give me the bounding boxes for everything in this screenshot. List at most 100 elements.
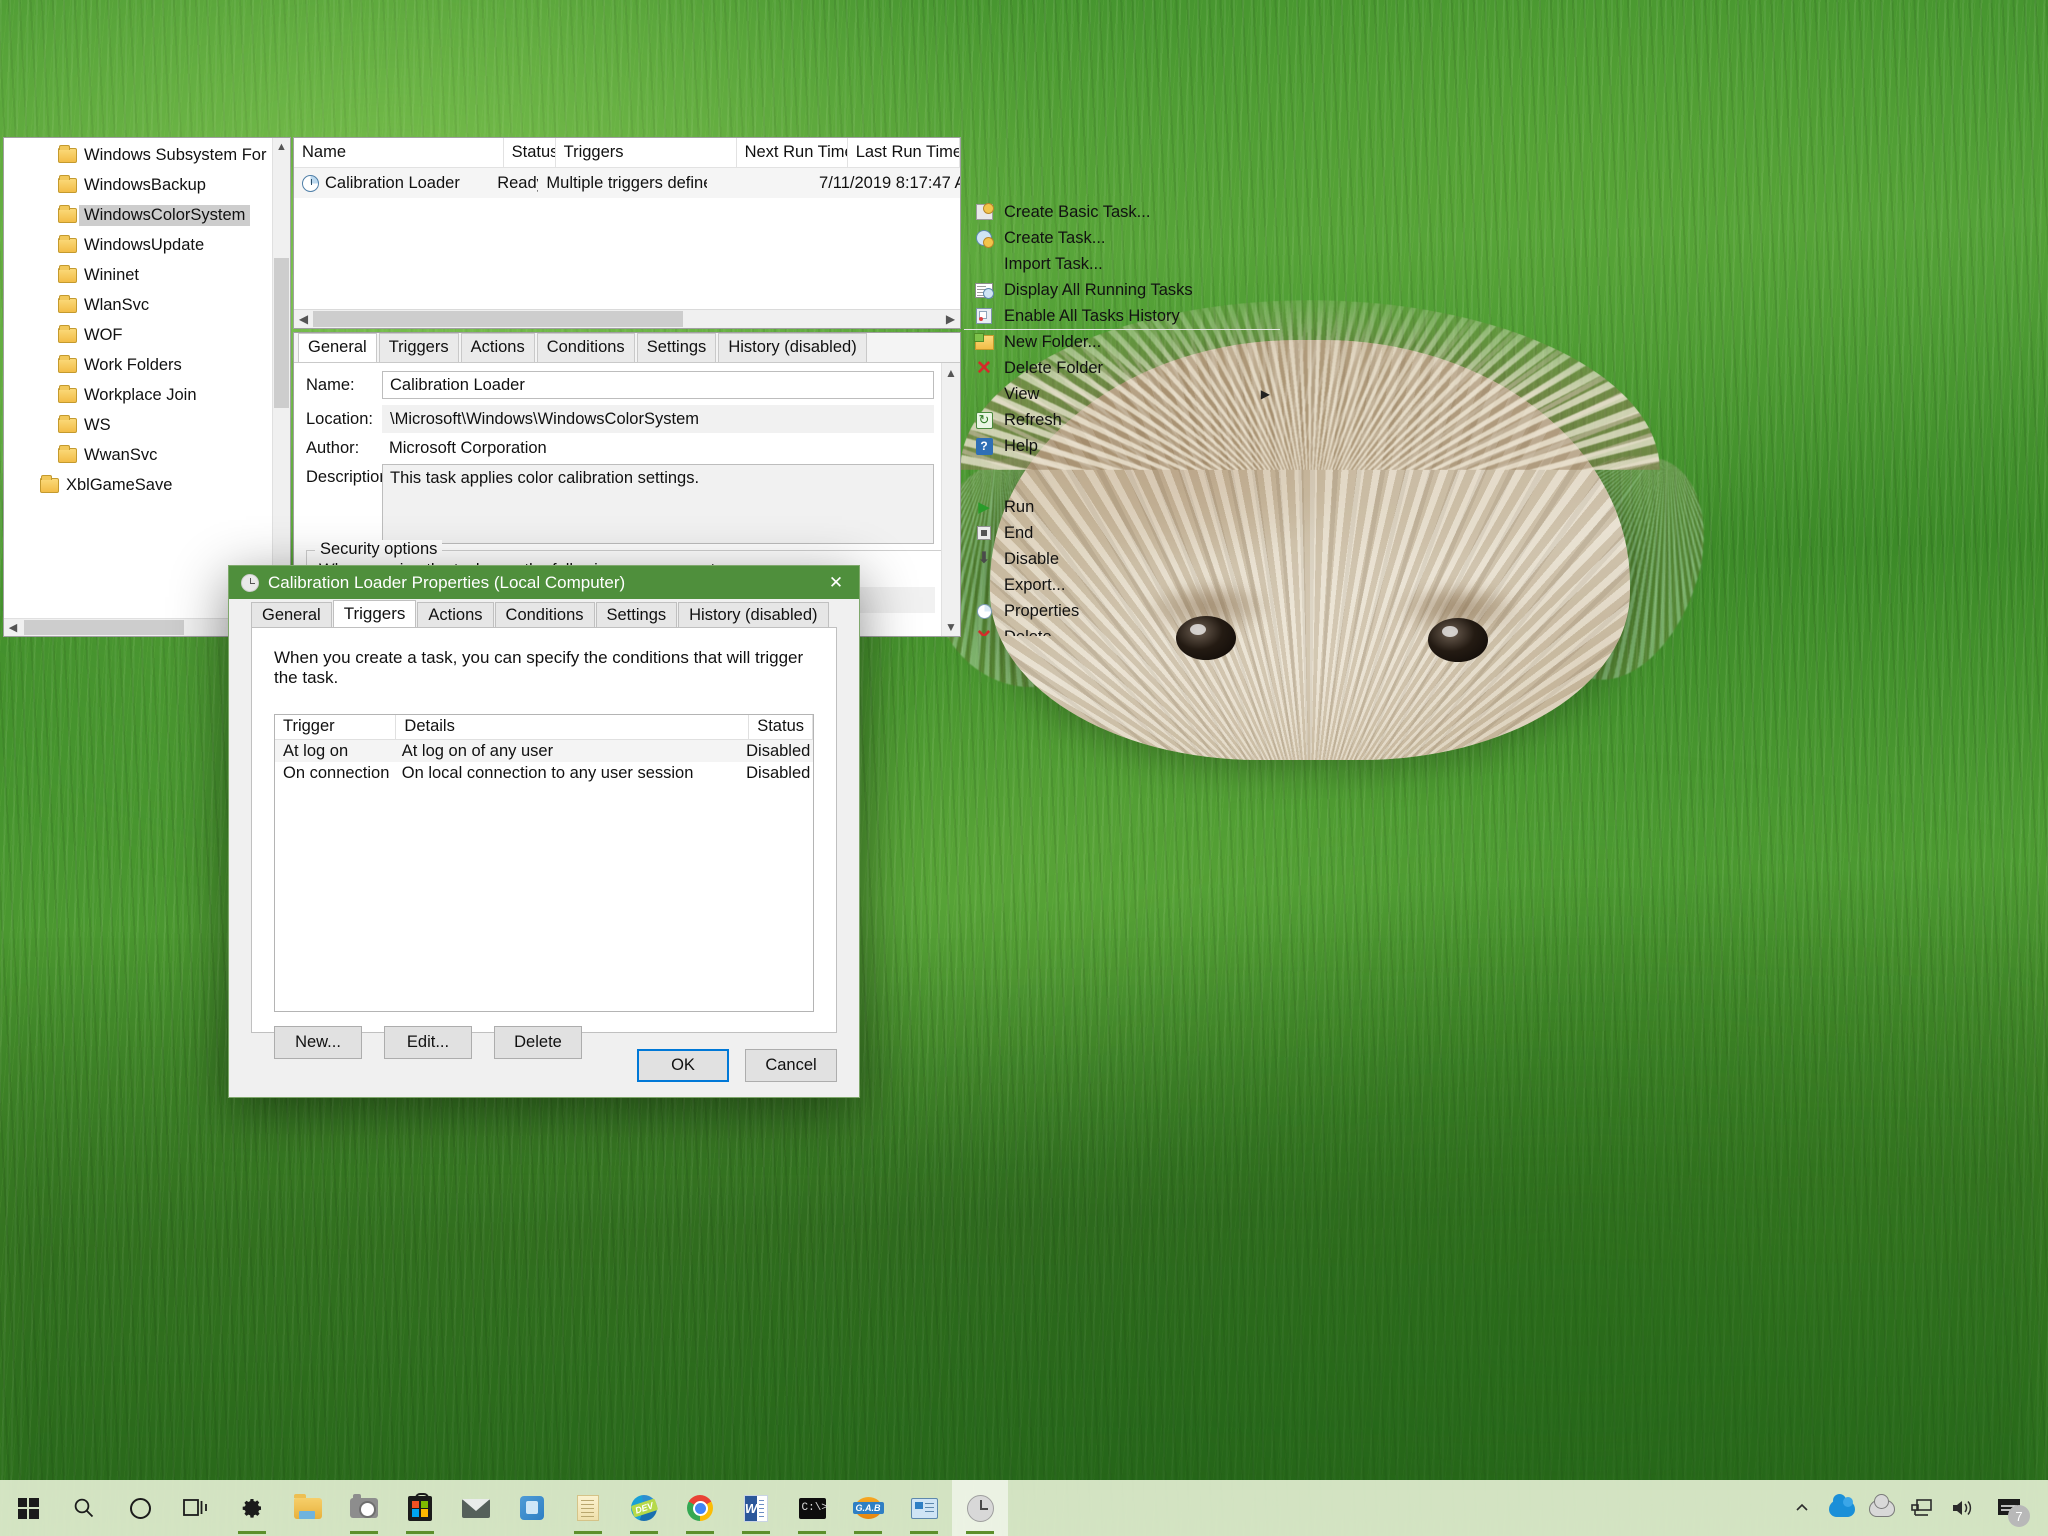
dialog-tab-conditions[interactable]: Conditions [495,602,595,627]
tree-item-wininet[interactable]: Wininet [4,260,272,290]
action-help[interactable]: ? Help [964,433,1280,459]
chrome-button[interactable] [672,1480,728,1536]
detail-tab-conditions[interactable]: Conditions [537,333,635,362]
dialog-titlebar[interactable]: Calibration Loader Properties (Local Com… [229,566,859,599]
taskbar[interactable]: DEV W C:\> G.A.B [0,1480,2048,1536]
tree-hscroll-thumb[interactable] [24,620,184,635]
mail-button[interactable] [448,1480,504,1536]
tree-item-windowsbackup[interactable]: WindowsBackup [4,170,272,200]
tree-item-wof[interactable]: WOF [4,320,272,350]
search-button[interactable] [56,1480,112,1536]
tree-vertical-scrollbar[interactable]: ▲ ▼ [272,138,290,618]
column-header-next-run-time[interactable]: Next Run Time [737,138,848,167]
ok-button[interactable]: OK [637,1049,729,1082]
action-delete[interactable]: ✕ Delete [964,624,1280,637]
action-delete-folder[interactable]: ✕ Delete Folder [964,355,1280,381]
column-header-details[interactable]: Details [396,715,749,739]
column-header-trigger[interactable]: Trigger [275,715,396,739]
scroll-up-icon[interactable]: ▲ [273,138,290,156]
detail-vertical-scrollbar[interactable]: ▲ ▼ [941,363,960,636]
scroll-left-icon[interactable]: ◀ [4,619,22,636]
tree-item-windows-subsystem[interactable]: Windows Subsystem For Linu [4,140,272,170]
onedrive-personal-icon[interactable] [1822,1480,1862,1536]
tree-item-wlansvc[interactable]: WlanSvc [4,290,272,320]
tree-item-work-folders[interactable]: Work Folders [4,350,272,380]
dialog-tab-strip[interactable]: General Triggers Actions Conditions Sett… [229,599,859,627]
task-list-pane[interactable]: Name Status Triggers Next Run Time Last … [293,137,961,329]
folder-tree-pane[interactable]: Windows Subsystem For Linu WindowsBackup… [3,137,291,637]
notification-center-button[interactable]: 7 [1982,1480,2038,1536]
cancel-button[interactable]: Cancel [745,1049,837,1082]
gab-button[interactable]: G.A.B [840,1480,896,1536]
action-end[interactable]: End [964,520,1280,546]
tree-item-ws[interactable]: WS [4,410,272,440]
column-header-status[interactable]: Status [504,138,556,167]
action-export[interactable]: Export... [964,572,1280,598]
detail-tab-triggers[interactable]: Triggers [379,333,459,362]
tree-item-workplace-join[interactable]: Workplace Join [4,380,272,410]
dialog-tab-general[interactable]: General [251,602,332,627]
network-icon[interactable] [1902,1480,1942,1536]
detail-description-field[interactable]: This task applies color calibration sett… [382,464,934,544]
volume-icon[interactable] [1942,1480,1982,1536]
task-list-header[interactable]: Name Status Triggers Next Run Time Last … [294,138,960,168]
dialog-close-button[interactable]: ✕ [813,566,859,599]
dialog-tab-actions[interactable]: Actions [417,602,493,627]
detail-tab-history[interactable]: History (disabled) [718,333,866,362]
column-header-triggers[interactable]: Triggers [556,138,737,167]
scroll-up-icon[interactable]: ▲ [942,363,960,382]
triggers-grid-header[interactable]: Trigger Details Status [275,715,813,740]
microsoft-store-button[interactable] [392,1480,448,1536]
detail-tab-general[interactable]: General [298,333,377,362]
dialog-tab-triggers[interactable]: Triggers [333,600,417,628]
tree-item-wwansvc[interactable]: WwanSvc [4,440,272,470]
show-hidden-icons-button[interactable] [1782,1480,1822,1536]
task-view-button[interactable] [168,1480,224,1536]
tree-item-windowscolorsystem[interactable]: WindowsColorSystem [4,200,272,230]
task-name-cell[interactable]: Calibration Loader [294,174,489,193]
column-header-name[interactable]: Name [294,138,504,167]
edge-dev-button[interactable]: DEV [616,1480,672,1536]
dialog-tab-history[interactable]: History (disabled) [678,602,828,627]
trigger-row[interactable]: On connection to... On local connection … [275,762,813,784]
action-import-task[interactable]: Import Task... [964,251,1280,277]
cortana-button[interactable] [112,1480,168,1536]
action-new-folder[interactable]: New Folder... [964,329,1280,355]
scroll-down-icon[interactable]: ▼ [942,617,960,636]
scroll-left-icon[interactable]: ◀ [294,310,313,328]
action-display-all-running-tasks[interactable]: Display All Running Tasks [964,277,1280,303]
action-disable[interactable]: ⬇ Disable [964,546,1280,572]
sticky-notes-button[interactable] [560,1480,616,1536]
detail-tab-settings[interactable]: Settings [637,333,717,362]
action-run[interactable]: ▶ Run [964,494,1280,520]
tree-scroll-thumb[interactable] [274,258,289,408]
column-header-status[interactable]: Status [749,715,813,739]
action-create-basic-task[interactable]: Create Basic Task... [964,199,1280,225]
settings-button[interactable] [224,1480,280,1536]
detail-name-field[interactable]: Calibration Loader [382,371,934,399]
actions-pane[interactable]: Actions WindowsColorSystem ▲ Create Basi… [963,137,1281,637]
action-properties[interactable]: Properties [964,598,1280,624]
scroll-right-icon[interactable]: ▶ [941,310,960,328]
task-list-row[interactable]: Calibration Loader Ready Multiple trigge… [294,168,960,198]
remote-desktop-button[interactable] [896,1480,952,1536]
terminal-button[interactable]: C:\> [784,1480,840,1536]
task-scheduler-button[interactable] [952,1480,1008,1536]
system-tray[interactable]: 7 [1782,1480,2048,1536]
column-header-last-run-time[interactable]: Last Run Time [848,138,960,167]
word-button[interactable]: W [728,1480,784,1536]
dialog-tab-settings[interactable]: Settings [596,602,678,627]
trigger-row[interactable]: At log on At log on of any user Disabled [275,740,813,762]
camera-button[interactable] [336,1480,392,1536]
triggers-grid[interactable]: Trigger Details Status At log on At log … [274,714,814,1012]
action-refresh[interactable]: ↻ Refresh [964,407,1280,433]
task-list-scroll-thumb[interactable] [313,311,683,327]
teams-button[interactable] [504,1480,560,1536]
file-explorer-button[interactable] [280,1480,336,1536]
task-list-horizontal-scrollbar[interactable]: ◀ ▶ [294,309,960,328]
onedrive-business-icon[interactable] [1862,1480,1902,1536]
action-enable-all-tasks-history[interactable]: Enable All Tasks History [964,303,1280,329]
action-view[interactable]: View ▶ [964,381,1280,407]
calibration-loader-properties-dialog[interactable]: Calibration Loader Properties (Local Com… [228,565,860,1098]
tree-item-xblgamesave[interactable]: XblGameSave [4,470,272,500]
